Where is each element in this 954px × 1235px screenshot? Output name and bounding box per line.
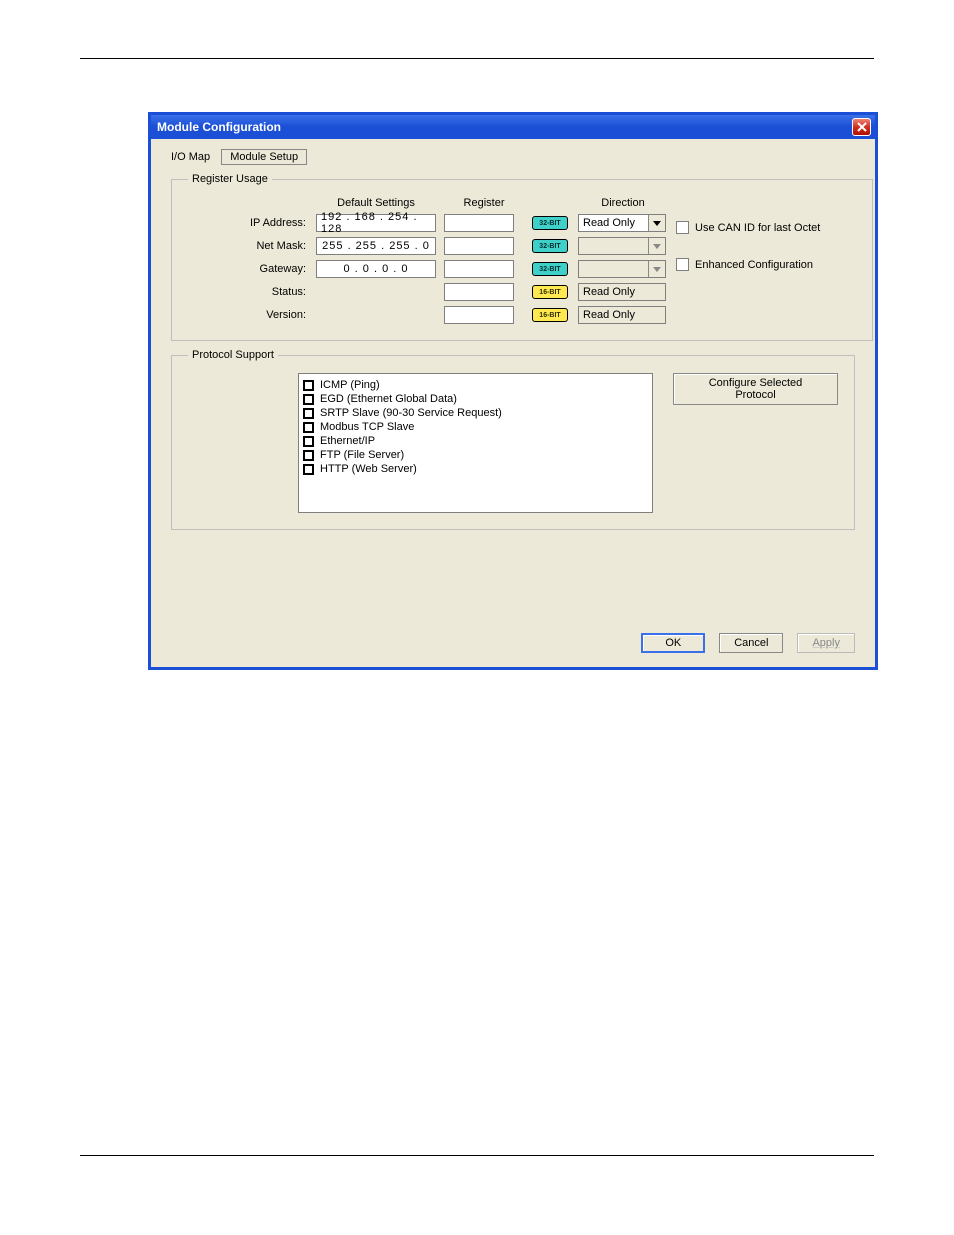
register-ip-address[interactable] (444, 214, 514, 232)
protocol-item-srtp[interactable]: SRTP Slave (90-30 Service Request) (303, 406, 648, 420)
register-status[interactable] (444, 283, 514, 301)
protocol-item-modbus[interactable]: Modbus TCP Slave (303, 420, 648, 434)
use-can-id-label: Use CAN ID for last Octet (695, 222, 820, 234)
direction-status: Read Only (578, 283, 666, 301)
list-item-label: SRTP Slave (90-30 Service Request) (320, 407, 502, 419)
chevron-down-icon (648, 261, 665, 277)
protocol-item-egd[interactable]: EGD (Ethernet Global Data) (303, 392, 648, 406)
checkbox-icon (303, 464, 314, 475)
protocol-item-ftp[interactable]: FTP (File Server) (303, 448, 648, 462)
cancel-button[interactable]: Cancel (719, 633, 783, 653)
register-net-mask[interactable] (444, 237, 514, 255)
tab-strip: I/O Map Module Setup (163, 149, 867, 165)
page-divider-top (80, 58, 874, 59)
close-icon (857, 122, 867, 132)
gateway-field[interactable]: 0 . 0 . 0 . 0 (316, 260, 436, 278)
use-can-id-check[interactable]: Use CAN ID for last Octet (676, 221, 856, 234)
list-item-label: FTP (File Server) (320, 449, 404, 461)
dialog-button-row: OK Cancel Apply (641, 633, 855, 653)
checkbox-icon (303, 380, 314, 391)
chevron-down-icon (648, 215, 665, 231)
titlebar[interactable]: Module Configuration (151, 115, 875, 139)
list-item-label: ICMP (Ping) (320, 379, 380, 391)
side-options: Use CAN ID for last Octet Enhanced Confi… (676, 221, 856, 271)
bit-badge-32-mask: 32-BIT (532, 239, 568, 253)
protocol-support-fieldset: Protocol Support ICMP (Ping) EGD (Ethern… (171, 349, 855, 530)
list-item-label: EGD (Ethernet Global Data) (320, 393, 457, 405)
ok-button[interactable]: OK (641, 633, 705, 653)
label-version: Version: (188, 309, 308, 321)
register-grid: Default Settings Register Direction IP A… (188, 197, 856, 324)
module-configuration-window: Module Configuration I/O Map Module Setu… (148, 112, 878, 670)
label-ip-address: IP Address: (188, 217, 308, 229)
tab-io-map[interactable]: I/O Map (163, 149, 218, 165)
checkbox-icon (303, 436, 314, 447)
net-mask-field[interactable]: 255 . 255 . 255 . 0 (316, 237, 436, 255)
checkbox-icon (303, 422, 314, 433)
ip-address-field[interactable]: 192 . 168 . 254 . 128 (316, 214, 436, 232)
protocol-item-ethernet-ip[interactable]: Ethernet/IP (303, 434, 648, 448)
client-area: I/O Map Module Setup Register Usage Defa… (151, 139, 875, 667)
direction-gateway (578, 260, 666, 278)
direction-version: Read Only (578, 306, 666, 324)
enhanced-config-label: Enhanced Configuration (695, 259, 813, 271)
page-divider-bottom (80, 1155, 874, 1156)
bit-badge-32-ip: 32-BIT (532, 216, 568, 230)
checkbox-icon (303, 394, 314, 405)
checkbox-icon (676, 258, 689, 271)
close-button[interactable] (852, 118, 871, 136)
apply-button: Apply (797, 633, 855, 653)
col-header-direction: Direction (578, 197, 668, 209)
direction-ip-address[interactable]: Read Only (578, 214, 666, 232)
bit-badge-16-status: 16-BIT (532, 285, 568, 299)
list-item-label: Modbus TCP Slave (320, 421, 414, 433)
protocol-item-http[interactable]: HTTP (Web Server) (303, 462, 648, 476)
window-title: Module Configuration (157, 120, 281, 134)
register-usage-legend: Register Usage (188, 173, 272, 185)
direction-ip-value: Read Only (583, 217, 635, 229)
register-usage-fieldset: Register Usage Default Settings Register… (171, 173, 873, 341)
direction-status-value: Read Only (583, 286, 635, 298)
protocol-item-icmp[interactable]: ICMP (Ping) (303, 378, 648, 392)
bit-badge-32-gateway: 32-BIT (532, 262, 568, 276)
register-gateway[interactable] (444, 260, 514, 278)
bit-badge-16-version: 16-BIT (532, 308, 568, 322)
label-gateway: Gateway: (188, 263, 308, 275)
list-item-label: Ethernet/IP (320, 435, 375, 447)
checkbox-icon (303, 450, 314, 461)
checkbox-icon (676, 221, 689, 234)
protocol-list[interactable]: ICMP (Ping) EGD (Ethernet Global Data) S… (298, 373, 653, 513)
label-status: Status: (188, 286, 308, 298)
protocol-support-legend: Protocol Support (188, 349, 278, 361)
checkbox-icon (303, 408, 314, 419)
enhanced-config-check[interactable]: Enhanced Configuration (676, 258, 856, 271)
list-item-label: HTTP (Web Server) (320, 463, 417, 475)
chevron-down-icon (648, 238, 665, 254)
col-header-default: Default Settings (316, 197, 436, 209)
direction-version-value: Read Only (583, 309, 635, 321)
register-version[interactable] (444, 306, 514, 324)
tab-module-setup[interactable]: Module Setup (221, 149, 307, 165)
label-net-mask: Net Mask: (188, 240, 308, 252)
configure-protocol-button[interactable]: Configure Selected Protocol (673, 373, 838, 405)
direction-net-mask (578, 237, 666, 255)
col-header-register: Register (444, 197, 524, 209)
